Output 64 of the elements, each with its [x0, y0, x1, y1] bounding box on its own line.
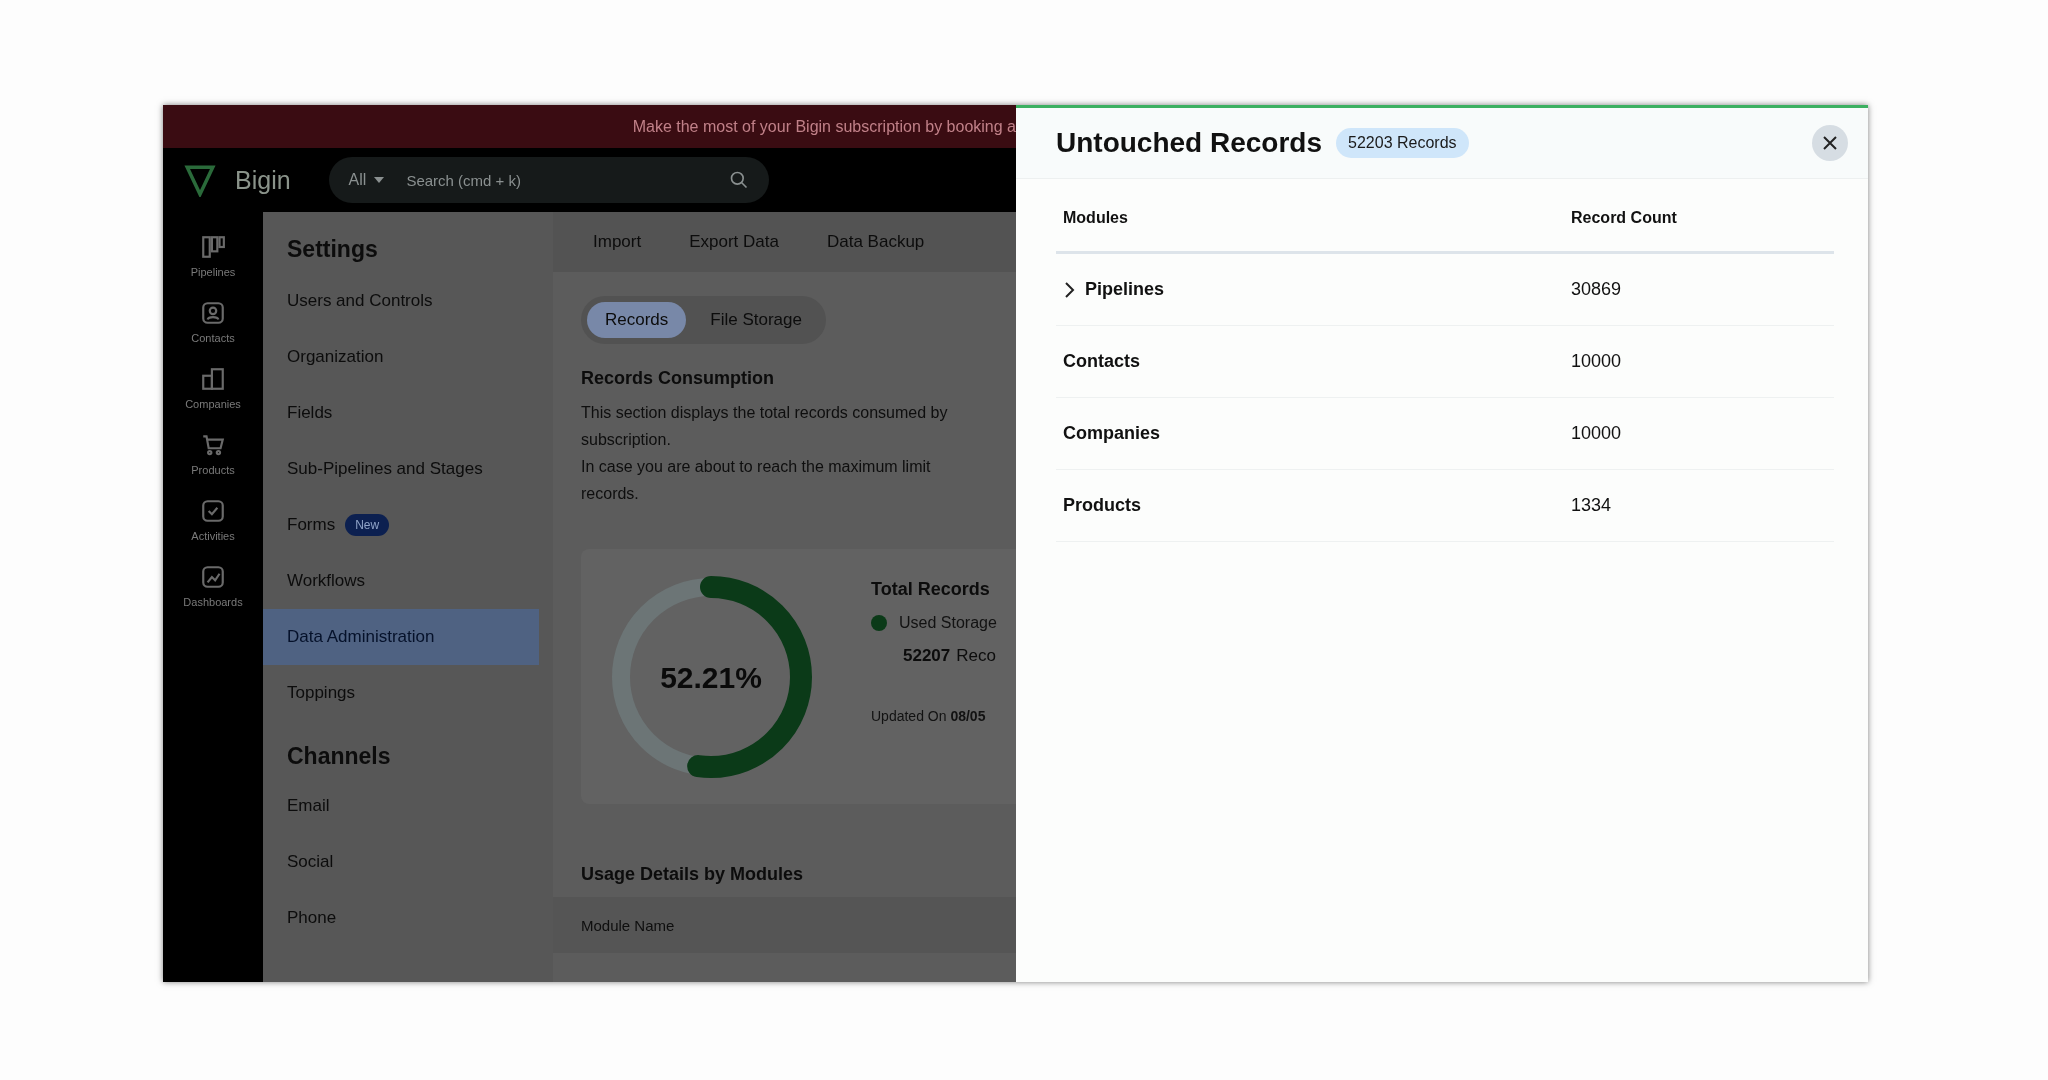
contact-card-icon: [200, 300, 226, 326]
nav-item[interactable]: Products: [191, 432, 235, 476]
settings-item[interactable]: Users and Controls: [263, 273, 553, 329]
caret-icon: [374, 177, 385, 183]
records-badge: 52203 Records: [1336, 128, 1469, 158]
column-header: Record Count: [1571, 209, 1678, 227]
section-title: Usage Details by Modules: [581, 864, 805, 885]
record-count: 10000: [1571, 351, 1623, 372]
nav-item[interactable]: Contacts: [191, 300, 235, 344]
banner-text: Make the most of your Bigin subscription by booking a: [632, 117, 1016, 136]
nav-item[interactable]: Pipelines: [190, 234, 236, 278]
used-unit: Reco: [956, 646, 996, 666]
new-badge: New: [345, 514, 390, 536]
search-icon[interactable]: [728, 170, 749, 190]
module-name: Products: [1063, 495, 1141, 516]
settings-item[interactable]: Organization: [263, 329, 553, 385]
chevron-icon[interactable]: [1063, 280, 1077, 299]
record-count: 30869: [1571, 279, 1623, 300]
cart-icon: [200, 432, 226, 458]
scope-dropdown[interactable]: All: [348, 171, 385, 189]
checkbox-icon: [200, 498, 226, 524]
nav-item[interactable]: Dashboards: [183, 564, 243, 608]
segment-button[interactable]: Records: [587, 302, 687, 338]
module-name: Contacts: [1063, 351, 1140, 372]
updated-date: Updated On 08/05: [871, 708, 987, 724]
search-field[interactable]: All Search (cmd + k): [328, 157, 769, 203]
settings-item[interactable]: Fields: [263, 385, 553, 441]
module-name: Pipelines: [1085, 279, 1165, 300]
settings-item[interactable]: Phone: [263, 890, 553, 946]
settings-item[interactable]: Data Administration: [263, 609, 539, 665]
settings-title: Settings: [286, 236, 379, 264]
module-name: Companies: [1063, 423, 1161, 444]
settings-item[interactable]: Social: [263, 834, 553, 890]
channels-title: Channels: [286, 742, 392, 771]
segment-button[interactable]: File Storage: [692, 302, 820, 338]
section-title: Records Consumption: [581, 368, 775, 389]
nav-item[interactable]: Companies: [185, 366, 241, 410]
record-count: 1334: [1571, 495, 1613, 516]
legend-label: Used Storage: [899, 614, 997, 632]
tab[interactable]: Import: [593, 232, 642, 252]
close-button[interactable]: [1812, 125, 1848, 161]
used-count: 52207: [903, 646, 951, 666]
total-records: Total Records: [871, 579, 991, 600]
column-header: Module Name: [581, 916, 675, 934]
percent-value: 52.21%: [660, 660, 762, 694]
section-description: This section displays the total records consumed by subscription. In case you are about to reach the maximum limit records.: [581, 403, 949, 504]
columns-icon: [200, 234, 226, 260]
close-icon: [1821, 134, 1839, 152]
legend-dot: [871, 615, 887, 631]
record-count: 10000: [1571, 423, 1623, 444]
tab[interactable]: Data Backup: [826, 232, 925, 252]
chart-icon: [200, 564, 226, 590]
settings-item[interactable]: Forms New: [263, 497, 553, 553]
tab[interactable]: Export Data: [689, 232, 779, 252]
logo-icon: [183, 163, 217, 197]
panel-title: Untouched Records: [1056, 127, 1323, 159]
settings-item[interactable]: Sub-Pipelines and Stages: [263, 441, 553, 497]
settings-item[interactable]: Email: [263, 778, 553, 834]
app-logo: Bigin: [235, 165, 291, 195]
nav-item[interactable]: Activities: [191, 498, 235, 542]
settings-item[interactable]: Toppings: [263, 665, 553, 721]
building-icon: [200, 366, 226, 392]
settings-item[interactable]: Workflows: [263, 553, 553, 609]
column-header: Modules: [1062, 209, 1129, 227]
